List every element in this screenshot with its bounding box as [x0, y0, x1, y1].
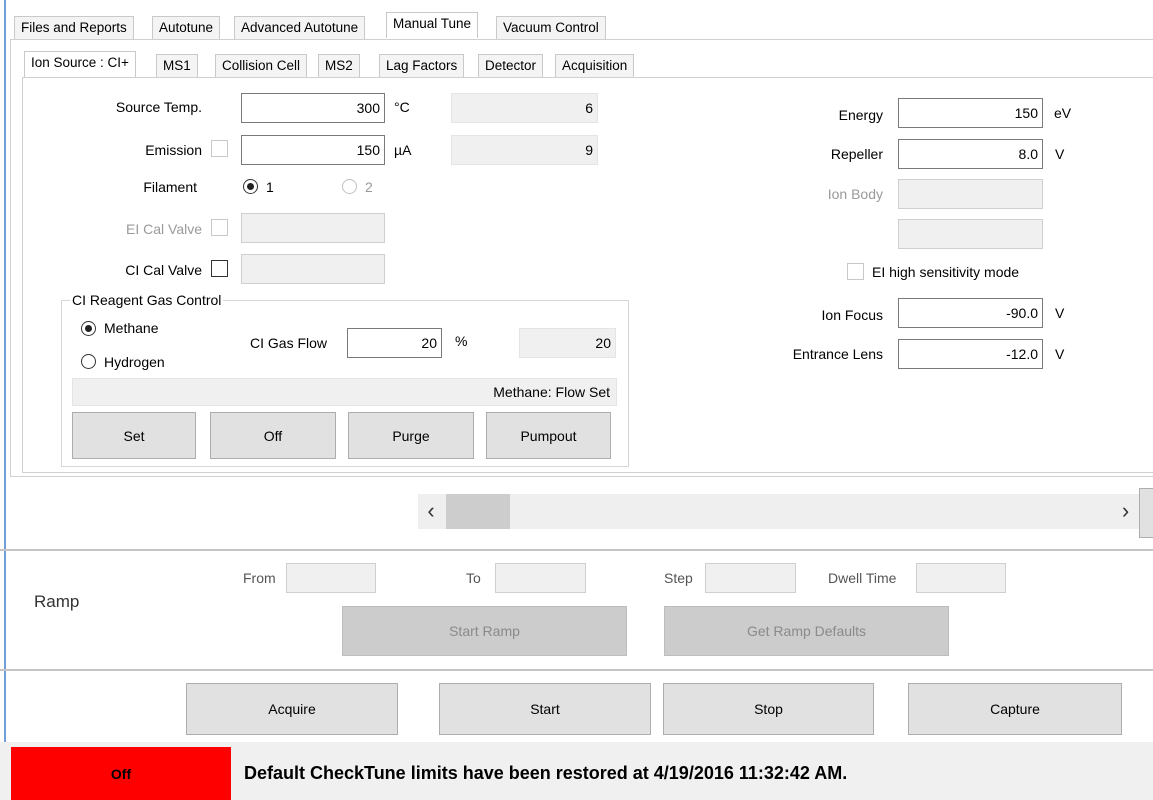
- ci-gas-flow-label: CI Gas Flow: [250, 335, 328, 351]
- ramp-dwell-label: Dwell Time: [828, 570, 897, 586]
- methane-label: Methane: [104, 320, 159, 336]
- tab-files-and-reports[interactable]: Files and Reports: [14, 16, 134, 40]
- ramp-step-field: [705, 563, 796, 593]
- repeller-input[interactable]: 8.0: [898, 139, 1043, 169]
- tab-vacuum-control[interactable]: Vacuum Control: [496, 16, 606, 40]
- ei-cal-valve-field: [241, 213, 385, 243]
- ci-gas-status: Methane: Flow Set: [72, 378, 617, 406]
- ion-focus-label: Ion Focus: [821, 307, 883, 323]
- emission-label: Emission: [145, 142, 202, 158]
- scroll-right-arrow-icon[interactable]: ›: [1112, 494, 1139, 529]
- repeller-label: Repeller: [830, 146, 883, 162]
- horizontal-scrollbar[interactable]: ‹ ›: [418, 494, 1139, 529]
- off-button[interactable]: Off: [210, 412, 336, 459]
- ei-high-sensitivity-checkbox[interactable]: [847, 263, 864, 280]
- ion-body-label: Ion Body: [827, 186, 883, 202]
- ramp-from-field: [286, 563, 376, 593]
- ramp-step-label: Step: [664, 570, 693, 586]
- tab-ms1[interactable]: MS1: [156, 54, 198, 78]
- ramp-to-label: To: [466, 570, 481, 586]
- ramp-dwell-field: [916, 563, 1006, 593]
- start-ramp-button[interactable]: Start Ramp: [342, 606, 627, 656]
- ion-body-extra-field: [898, 219, 1043, 249]
- tab-detector[interactable]: Detector: [478, 54, 544, 78]
- energy-label: Energy: [838, 107, 883, 123]
- energy-input[interactable]: 150: [898, 98, 1043, 128]
- tab-ms2[interactable]: MS2: [318, 54, 360, 78]
- entrance-lens-label: Entrance Lens: [792, 346, 883, 362]
- ion-focus-unit: V: [1055, 305, 1065, 321]
- source-temp-readback: 6: [451, 93, 598, 123]
- ei-cal-valve-label: EI Cal Valve: [126, 221, 202, 237]
- set-button[interactable]: Set: [72, 412, 196, 459]
- methane-radio[interactable]: [81, 321, 96, 336]
- ramp-title: Ramp: [34, 592, 80, 611]
- ramp-to-field: [495, 563, 586, 593]
- ion-focus-input[interactable]: -90.0: [898, 298, 1043, 328]
- filament-1-label: 1: [266, 179, 274, 195]
- filament-2-label: 2: [365, 179, 373, 195]
- instrument-state-badge: Off: [11, 747, 231, 800]
- ei-high-sensitivity-label: EI high sensitivity mode: [872, 264, 1020, 280]
- entrance-lens-unit: V: [1055, 346, 1065, 362]
- hydrogen-radio[interactable]: [81, 354, 96, 369]
- ci-gas-flow-input[interactable]: 20: [347, 328, 442, 358]
- status-message: Default CheckTune limits have been resto…: [244, 763, 848, 783]
- tab-ion-source-ci[interactable]: Ion Source : CI+: [24, 51, 136, 77]
- ion-body-field: [898, 179, 1043, 209]
- splitter-handle[interactable]: [1139, 488, 1153, 538]
- acquire-button[interactable]: Acquire: [186, 683, 398, 735]
- tab-collision-cell[interactable]: Collision Cell: [215, 54, 308, 78]
- emission-input[interactable]: 150: [241, 135, 385, 165]
- ei-cal-valve-checkbox[interactable]: [211, 219, 228, 236]
- source-temp-input[interactable]: 300: [241, 93, 385, 123]
- ramp-from-label: From: [243, 570, 276, 586]
- ci-cal-valve-label: CI Cal Valve: [125, 262, 202, 278]
- ci-gas-flow-unit: %: [455, 333, 468, 349]
- emission-checkbox[interactable]: [211, 140, 228, 157]
- hydrogen-label: Hydrogen: [104, 354, 165, 370]
- filament-2-radio[interactable]: [342, 179, 357, 194]
- scroll-thumb[interactable]: [446, 494, 510, 529]
- scroll-left-arrow-icon[interactable]: ‹: [418, 494, 444, 529]
- purge-button[interactable]: Purge: [348, 412, 474, 459]
- source-temp-unit: °C: [394, 99, 410, 115]
- window-left-edge: [0, 0, 6, 742]
- tab-acquisition[interactable]: Acquisition: [555, 54, 635, 78]
- ci-gas-flow-readback: 20: [519, 328, 616, 358]
- tab-advanced-autotune[interactable]: Advanced Autotune: [234, 16, 366, 40]
- emission-unit: µA: [394, 142, 412, 158]
- source-temp-label: Source Temp.: [115, 99, 202, 115]
- stop-button[interactable]: Stop: [663, 683, 874, 735]
- repeller-unit: V: [1055, 146, 1065, 162]
- capture-button[interactable]: Capture: [908, 683, 1122, 735]
- start-button[interactable]: Start: [439, 683, 651, 735]
- separator-top: [0, 549, 1153, 551]
- separator-bottom: [0, 669, 1153, 671]
- ci-cal-valve-checkbox[interactable]: [211, 260, 228, 277]
- energy-unit: eV: [1054, 105, 1072, 121]
- emission-readback: 9: [451, 135, 598, 165]
- tab-lag-factors[interactable]: Lag Factors: [379, 54, 465, 78]
- tab-manual-tune[interactable]: Manual Tune: [386, 12, 479, 38]
- tab-autotune[interactable]: Autotune: [152, 16, 221, 40]
- ci-reagent-gas-title: CI Reagent Gas Control: [70, 292, 224, 308]
- filament-1-radio[interactable]: [243, 179, 258, 194]
- entrance-lens-input[interactable]: -12.0: [898, 339, 1043, 369]
- filament-label: Filament: [143, 179, 197, 195]
- pumpout-button[interactable]: Pumpout: [486, 412, 611, 459]
- get-ramp-defaults-button[interactable]: Get Ramp Defaults: [664, 606, 949, 656]
- ci-cal-valve-field: [241, 254, 385, 284]
